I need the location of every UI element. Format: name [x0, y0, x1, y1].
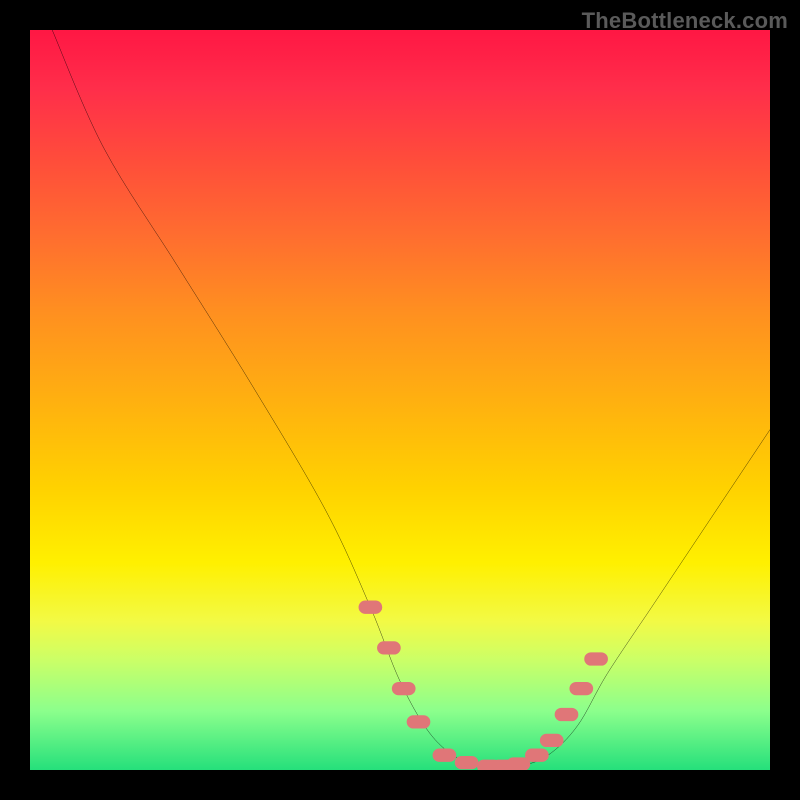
- marker-point: [455, 756, 479, 769]
- marker-point: [392, 682, 416, 695]
- marker-point: [555, 708, 579, 721]
- marker-point: [433, 749, 457, 762]
- bottleneck-curve: [52, 30, 770, 767]
- marker-point: [359, 601, 383, 614]
- chart-container: TheBottleneck.com: [0, 0, 800, 800]
- marker-point: [584, 652, 608, 665]
- marker-point: [540, 734, 564, 747]
- plot-area: [30, 30, 770, 770]
- marker-point: [407, 715, 431, 728]
- marker-point: [377, 641, 401, 654]
- marker-point: [569, 682, 593, 695]
- curve-svg: [30, 30, 770, 770]
- marker-point: [525, 749, 549, 762]
- highlight-markers: [359, 601, 608, 770]
